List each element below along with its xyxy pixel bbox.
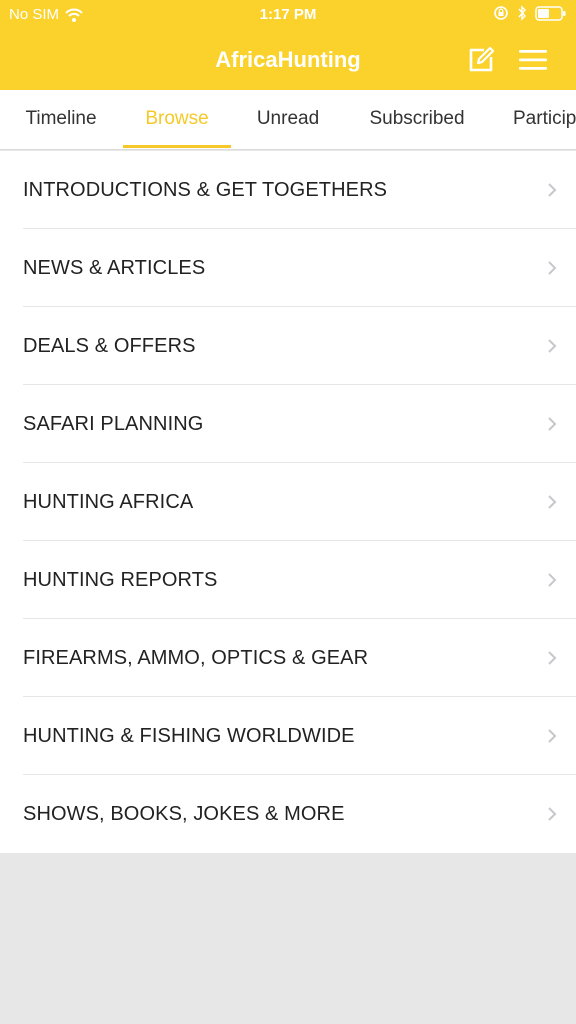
tab-timeline[interactable]: Timeline	[23, 90, 99, 149]
navigation-bar: AfricaHunting	[0, 38, 576, 82]
battery-icon	[535, 5, 566, 21]
forum-label: SHOWS, BOOKS, JOKES & MORE	[23, 803, 345, 825]
chevron-right-icon	[548, 651, 557, 665]
forum-row-hunting-africa[interactable]: HUNTING AFRICA	[0, 463, 576, 541]
forum-row-shows-books-jokes[interactable]: SHOWS, BOOKS, JOKES & MORE	[0, 775, 576, 853]
tab-participated[interactable]: Participated	[513, 90, 576, 149]
chevron-right-icon	[548, 183, 557, 197]
status-bar: No SIM 1:17 PM	[0, 0, 576, 30]
chevron-right-icon	[548, 573, 557, 587]
forum-row-deals[interactable]: DEALS & OFFERS	[0, 307, 576, 385]
chevron-right-icon	[548, 807, 557, 821]
chevron-right-icon	[548, 729, 557, 743]
tab-browse[interactable]: Browse	[123, 90, 231, 149]
forum-label: INTRODUCTIONS & GET TOGETHERS	[23, 179, 388, 201]
chevron-right-icon	[548, 261, 557, 275]
forum-row-safari-planning[interactable]: SAFARI PLANNING	[0, 385, 576, 463]
tab-label: Unread	[256, 108, 320, 129]
forum-row-introductions[interactable]: INTRODUCTIONS & GET TOGETHERS	[0, 151, 576, 229]
tab-label: Subscribed	[369, 108, 465, 129]
tab-unread[interactable]: Unread	[255, 90, 321, 149]
tab-subscribed[interactable]: Subscribed	[366, 90, 468, 149]
forum-row-news[interactable]: NEWS & ARTICLES	[0, 229, 576, 307]
forum-label: FIREARMS, AMMO, OPTICS & GEAR	[23, 647, 369, 669]
app-header: No SIM 1:17 PM AfricaHunting	[0, 0, 576, 90]
forum-label: SAFARI PLANNING	[23, 413, 204, 435]
forum-label: HUNTING & FISHING WORLDWIDE	[23, 725, 355, 747]
chevron-right-icon	[548, 417, 557, 431]
active-tab-indicator	[123, 145, 231, 148]
forum-list: INTRODUCTIONS & GET TOGETHERS NEWS & ART…	[0, 151, 576, 853]
tab-label: Participated	[513, 108, 576, 129]
status-time: 1:17 PM	[259, 6, 317, 23]
tab-bar: Timeline Browse Unread Subscribed Partic…	[0, 90, 576, 150]
chevron-right-icon	[548, 339, 557, 353]
forum-label: DEALS & OFFERS	[23, 335, 196, 357]
forum-label: HUNTING AFRICA	[23, 491, 194, 513]
forum-label: HUNTING REPORTS	[23, 569, 218, 591]
tab-label: Browse	[145, 108, 209, 129]
chevron-right-icon	[548, 495, 557, 509]
forum-row-hunting-reports[interactable]: HUNTING REPORTS	[0, 541, 576, 619]
hamburger-menu-icon[interactable]	[518, 47, 548, 73]
status-icons	[493, 5, 567, 21]
rotation-lock-icon	[494, 6, 508, 20]
forum-row-hunting-fishing-worldwide[interactable]: HUNTING & FISHING WORLDWIDE	[0, 697, 576, 775]
forum-row-firearms[interactable]: FIREARMS, AMMO, OPTICS & GEAR	[0, 619, 576, 697]
bluetooth-icon	[518, 5, 526, 21]
compose-icon[interactable]	[466, 45, 496, 75]
forum-label: NEWS & ARTICLES	[23, 257, 206, 279]
tab-label: Timeline	[25, 108, 97, 129]
